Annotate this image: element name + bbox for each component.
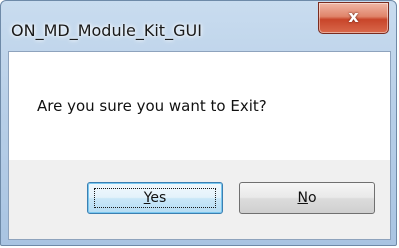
no-label-rest: o <box>307 190 317 206</box>
yes-button[interactable]: Yes <box>87 182 223 214</box>
yes-button-label: Yes <box>144 190 167 206</box>
window-title: ON_MD_Module_Kit_GUI <box>11 21 202 40</box>
dialog-client-area: Are you sure you want to Exit? Yes No <box>8 51 391 240</box>
no-button-label: No <box>297 190 316 206</box>
dialog-message: Are you sure you want to Exit? <box>37 97 267 115</box>
close-icon: x <box>348 7 359 26</box>
dialog-window: ON_MD_Module_Kit_GUI x Are you sure you … <box>0 0 397 246</box>
message-area: Are you sure you want to Exit? <box>9 52 390 160</box>
no-button[interactable]: No <box>239 182 375 214</box>
yes-label-rest: es <box>150 190 167 206</box>
no-accelerator: N <box>297 190 308 206</box>
title-bar[interactable]: ON_MD_Module_Kit_GUI x <box>1 1 398 51</box>
close-button[interactable]: x <box>318 2 389 34</box>
